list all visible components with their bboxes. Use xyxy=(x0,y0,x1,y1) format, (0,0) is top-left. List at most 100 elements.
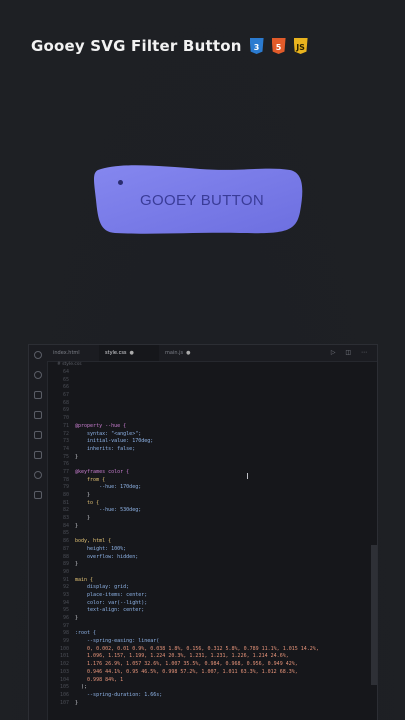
gooey-button[interactable]: GOOEY BUTTON xyxy=(90,160,306,240)
line-number: 102 xyxy=(59,661,69,668)
code-line: 101 1.096, 1.157, 1.199, 1.224 20.3%, 1.… xyxy=(47,653,369,661)
code-text: main { xyxy=(75,576,94,583)
header: Gooey SVG Filter Button 3 5 JS xyxy=(31,37,308,55)
code-line: 81 to { xyxy=(47,500,369,508)
line-number: 105 xyxy=(59,684,69,691)
code-line: 100 0, 0.002, 0.01 0.9%, 0.038 1.8%, 0.1… xyxy=(47,646,369,654)
javascript-icon: JS xyxy=(293,38,308,54)
text-cursor xyxy=(247,473,248,479)
code-line: 64 xyxy=(47,369,369,377)
page-title: Gooey SVG Filter Button xyxy=(31,37,242,55)
code-text: 1.096, 1.157, 1.199, 1.224 20.3%, 1.231,… xyxy=(75,653,289,660)
code-line: 98:root { xyxy=(47,630,369,638)
tab-label: style.css xyxy=(105,350,127,356)
line-number: 93 xyxy=(62,591,69,598)
line-number: 81 xyxy=(62,499,69,506)
breadcrumb: # style.css xyxy=(57,362,82,367)
code-line: 105 ); xyxy=(47,684,369,692)
code-text: } xyxy=(75,522,79,529)
code-line: 90 xyxy=(47,569,369,577)
line-number: 72 xyxy=(62,430,69,437)
tab-index-html[interactable]: index.html xyxy=(47,345,99,361)
line-number: 65 xyxy=(62,376,69,383)
device-icon[interactable] xyxy=(34,491,42,499)
line-number: 66 xyxy=(62,384,69,391)
line-number: 71 xyxy=(62,422,69,429)
extensions-icon[interactable] xyxy=(34,431,42,439)
code-text: } xyxy=(75,699,79,706)
code-text: body, html { xyxy=(75,538,112,545)
line-number: 92 xyxy=(62,584,69,591)
code-line: 103 0.946 44.1%, 0.95 46.5%, 0.998 57.2%… xyxy=(47,669,369,677)
code-text: 0.946 44.1%, 0.95 46.5%, 0.998 57.2%, 1.… xyxy=(75,668,298,675)
code-line: 99 --spring-easing: linear( xyxy=(47,638,369,646)
code-text: 1.176 26.9%, 1.057 32.6%, 1.007 35.5%, 0… xyxy=(75,661,298,668)
code-text: text-align: center; xyxy=(75,607,145,614)
code-text: } xyxy=(75,615,79,621)
line-number: 96 xyxy=(62,615,69,621)
code-text: @property --hue { xyxy=(75,422,127,429)
line-number: 80 xyxy=(62,492,69,498)
tab-main-js[interactable]: main.js ● xyxy=(159,345,215,361)
search-icon[interactable] xyxy=(34,371,42,379)
code-text: syntax: "<angle>"; xyxy=(75,430,142,437)
line-number: 78 xyxy=(62,476,69,483)
line-number: 69 xyxy=(62,407,69,414)
code-text: 0.998 84%, 1 xyxy=(75,676,124,683)
code-text: to { xyxy=(75,499,100,506)
run-debug-icon[interactable] xyxy=(34,411,42,419)
settings-icon[interactable] xyxy=(34,471,42,479)
code-line: 79 --hue: 170deg; xyxy=(47,484,369,492)
line-number: 74 xyxy=(62,445,69,452)
code-line: 93 place-items: center; xyxy=(47,592,369,600)
editor-actions[interactable]: ▷ ◫ ⋯ xyxy=(331,349,371,356)
line-number: 107 xyxy=(59,699,69,706)
code-line: 97 xyxy=(47,623,369,631)
code-text: @keyframes color { xyxy=(75,468,130,475)
code-line: 107} xyxy=(47,700,369,708)
code-text: 0, 0.002, 0.01 0.9%, 0.038 1.8%, 0.156, … xyxy=(75,645,319,652)
code-line: 74 inherits: false; xyxy=(47,446,369,454)
tab-bar: index.html style.css ● main.js ● ▷ ◫ ⋯ xyxy=(47,345,377,362)
code-line: 106 --spring-duration: 1.66s; xyxy=(47,692,369,700)
line-number: 86 xyxy=(62,538,69,545)
code-text: --hue: 530deg; xyxy=(75,507,142,514)
code-line: 65 xyxy=(47,377,369,385)
code-line: 73 initial-value: 170deg; xyxy=(47,438,369,446)
close-icon[interactable]: ● xyxy=(130,350,134,356)
close-icon[interactable]: ● xyxy=(186,350,190,356)
code-text: :root { xyxy=(75,630,97,637)
source-control-icon[interactable] xyxy=(34,391,42,399)
code-line: 70 xyxy=(47,415,369,423)
line-number: 82 xyxy=(62,507,69,514)
css3-icon: 3 xyxy=(249,38,264,54)
line-number: 76 xyxy=(62,461,69,468)
line-number: 77 xyxy=(62,468,69,475)
line-number: 87 xyxy=(62,545,69,552)
code-line: 77 @keyframes color { xyxy=(47,469,369,477)
code-line: 87 height: 100%; xyxy=(47,546,369,554)
line-number: 100 xyxy=(59,645,69,652)
line-number: 68 xyxy=(62,399,69,406)
code-area[interactable]: 64 65 66 67 68 69 70 71 @property --hue {72 synt… xyxy=(47,369,369,707)
tab-label: main.js xyxy=(165,350,184,356)
code-line: 76 xyxy=(47,461,369,469)
account-icon[interactable] xyxy=(34,351,42,359)
scrollbar[interactable] xyxy=(371,545,377,685)
code-line: 80 } xyxy=(47,492,369,500)
code-text: --spring-easing: linear( xyxy=(75,638,160,645)
explorer-icon[interactable] xyxy=(34,451,42,459)
code-line: 68 xyxy=(47,400,369,408)
code-line: 86 body, html { xyxy=(47,538,369,546)
line-number: 104 xyxy=(59,676,69,683)
activity-bar xyxy=(29,345,48,720)
code-text: initial-value: 170deg; xyxy=(75,438,154,445)
code-line: 96} xyxy=(47,615,369,623)
code-text: place-items: center; xyxy=(75,591,148,598)
line-number: 64 xyxy=(62,369,69,375)
gooey-button-label: GOOEY BUTTON xyxy=(140,191,264,209)
tab-style-css[interactable]: style.css ● xyxy=(99,345,159,361)
code-text: } xyxy=(75,453,79,460)
code-text: ); xyxy=(75,684,88,691)
code-line: 82 --hue: 530deg; xyxy=(47,507,369,515)
